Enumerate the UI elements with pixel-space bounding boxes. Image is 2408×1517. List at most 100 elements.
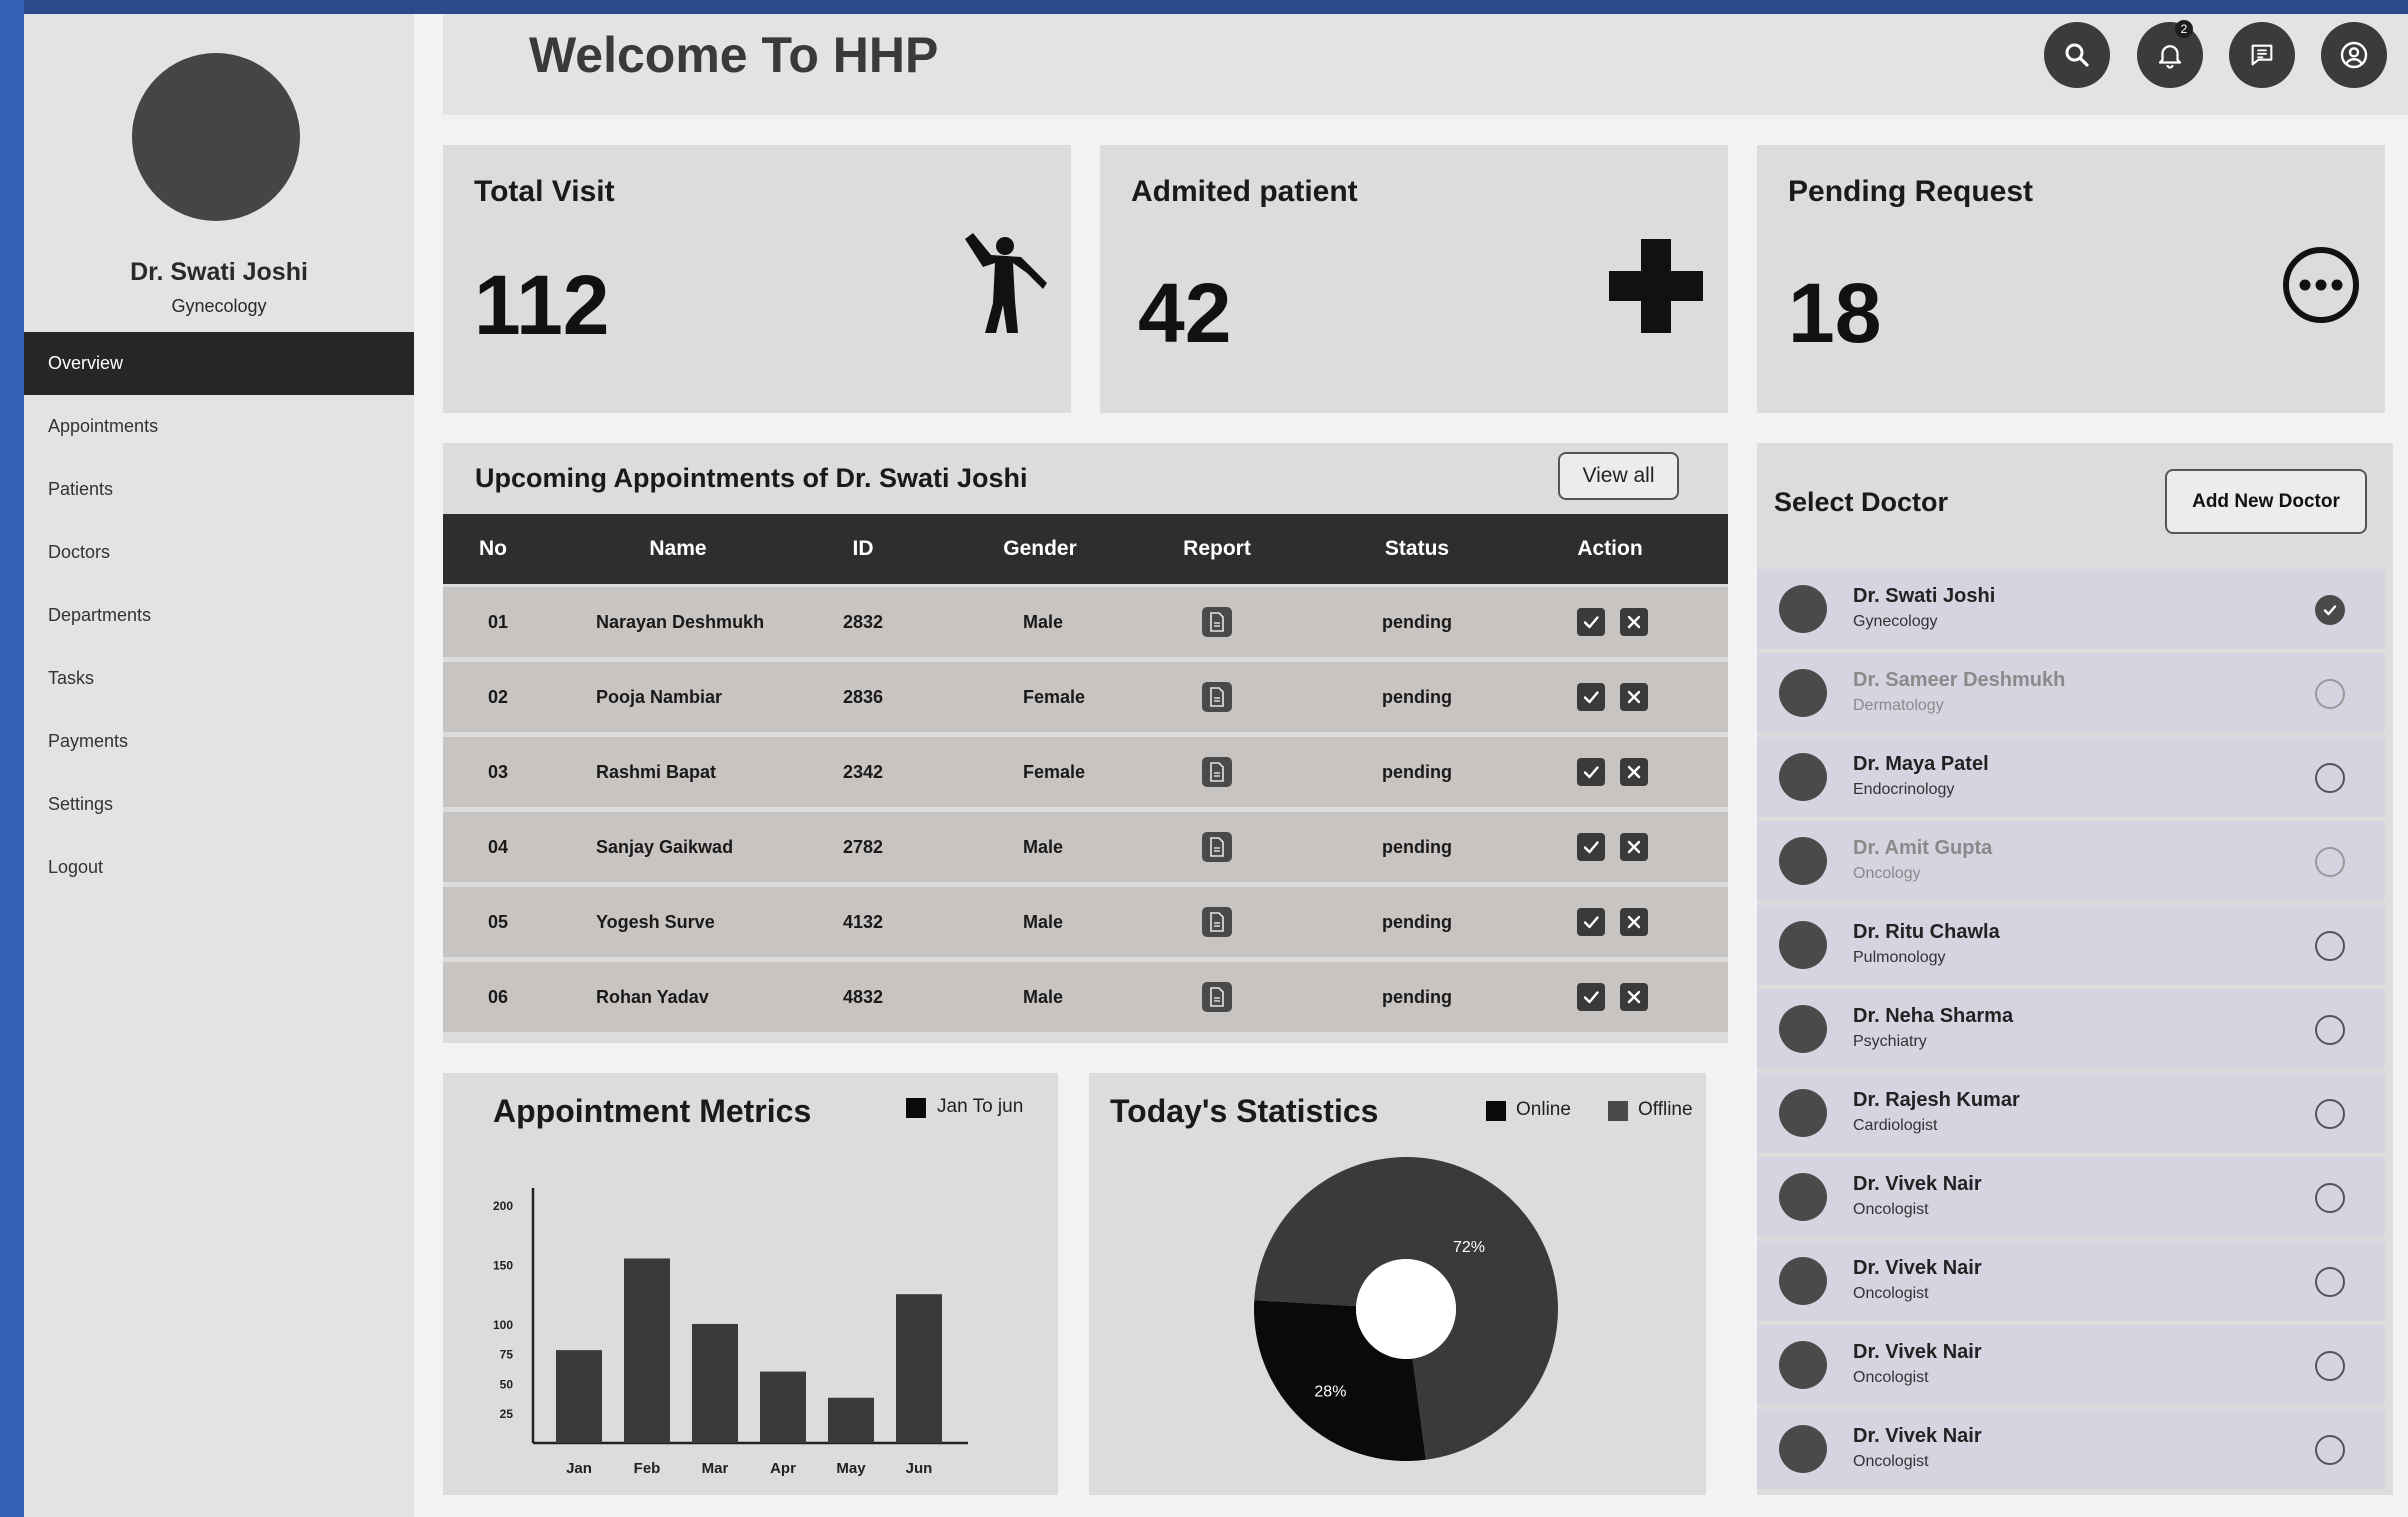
sidebar-item-logout[interactable]: Logout <box>24 836 414 899</box>
sidebar-item-payments[interactable]: Payments <box>24 710 414 773</box>
admitted-value: 42 <box>1138 266 1232 360</box>
sidebar-item-appointments[interactable]: Appointments <box>24 395 414 458</box>
sidebar-item-tasks[interactable]: Tasks <box>24 647 414 710</box>
document-icon <box>1210 987 1224 1007</box>
doctor-list-name: Dr. Neha Sharma <box>1853 1005 2014 1027</box>
doctor-list-specialty: Oncology <box>1853 865 1921 882</box>
doctor-select-radio[interactable] <box>2315 595 2345 625</box>
doctor-select-radio[interactable] <box>2315 1183 2345 1213</box>
close-icon <box>1627 990 1641 1004</box>
doctor-list-item[interactable]: Dr. Rajesh Kumar Cardiologist <box>1757 1073 2385 1153</box>
doctor-list-item[interactable]: Dr. Ritu Chawla Pulmonology <box>1757 905 2385 985</box>
table-row[interactable]: 02 Pooja Nambiar 2836 Female pending <box>443 662 1728 732</box>
admitted-title: Admited patient <box>1131 175 1358 208</box>
donut-label-offline: 72% <box>1453 1239 1485 1256</box>
doctor-list-name: Dr. Sameer Deshmukh <box>1853 669 2066 691</box>
reject-button[interactable] <box>1620 683 1648 711</box>
doctor-select-radio[interactable] <box>2315 679 2345 709</box>
row-gender: Male <box>1022 837 1064 857</box>
admitted-patient-card[interactable]: Admited patient 42 <box>1100 145 1728 413</box>
report-button[interactable] <box>1202 682 1232 712</box>
doctor-select-radio[interactable] <box>2315 763 2345 793</box>
total-visit-card[interactable]: Total Visit 112 <box>443 145 1071 413</box>
plus-cross-icon <box>1609 239 1703 333</box>
approve-button[interactable] <box>1577 983 1605 1011</box>
doctor-list-item[interactable]: Dr. Vivek Nair Oncologist <box>1757 1325 2385 1405</box>
row-name: Sanjay Gaikwad <box>596 837 734 857</box>
approve-button[interactable] <box>1577 683 1605 711</box>
notifications-button[interactable]: 2 <box>2137 20 2203 88</box>
close-icon <box>1627 765 1641 779</box>
approve-button[interactable] <box>1577 608 1605 636</box>
pending-request-card[interactable]: Pending Request 18 <box>1757 145 2385 413</box>
doctor-list-item[interactable]: Dr. Vivek Nair Oncologist <box>1757 1157 2385 1237</box>
doctor-avatar[interactable] <box>132 53 300 221</box>
table-row[interactable]: 05 Yogesh Surve 4132 Male pending <box>443 887 1728 957</box>
doctor-list-specialty: Cardiologist <box>1853 1117 1938 1134</box>
row-name: Yogesh Surve <box>596 912 715 932</box>
doctor-list-specialty: Oncologist <box>1853 1453 1929 1470</box>
document-icon <box>1210 687 1224 707</box>
x-tick-label: Feb <box>634 1460 661 1477</box>
sidebar-nav: Overview Appointments Patients Doctors D… <box>24 332 414 899</box>
reject-button[interactable] <box>1620 758 1648 786</box>
row-name: Narayan Deshmukh <box>596 612 765 632</box>
reject-button[interactable] <box>1620 833 1648 861</box>
doctor-select-radio[interactable] <box>2315 931 2345 961</box>
doctor-select-radio[interactable] <box>2315 1015 2345 1045</box>
search-button[interactable] <box>2044 22 2110 88</box>
report-button[interactable] <box>1202 607 1232 637</box>
column-header-id: ID <box>852 537 874 560</box>
approve-button[interactable] <box>1577 758 1605 786</box>
table-row[interactable]: 04 Sanjay Gaikwad 2782 Male pending <box>443 812 1728 882</box>
report-button[interactable] <box>1202 757 1232 787</box>
report-button[interactable] <box>1202 832 1232 862</box>
appointments-title: Upcoming Appointments of Dr. Swati Joshi <box>475 463 1028 493</box>
close-icon <box>1627 915 1641 929</box>
sidebar-item-overview[interactable]: Overview <box>24 332 414 395</box>
report-button[interactable] <box>1202 982 1232 1012</box>
doctor-select-radio[interactable] <box>2315 847 2345 877</box>
doctor-list-item[interactable]: Dr. Amit Gupta Oncology <box>1757 821 2385 901</box>
reject-button[interactable] <box>1620 608 1648 636</box>
approve-button[interactable] <box>1577 833 1605 861</box>
reject-button[interactable] <box>1620 908 1648 936</box>
doctor-list-specialty: Oncologist <box>1853 1369 1929 1386</box>
add-new-doctor-button[interactable]: Add New Doctor <box>2165 469 2367 534</box>
profile-button[interactable] <box>2321 22 2387 88</box>
table-row[interactable]: 06 Rohan Yadav 4832 Male pending <box>443 962 1728 1032</box>
table-row[interactable]: 01 Narayan Deshmukh 2832 Male pending <box>443 587 1728 657</box>
messages-button[interactable] <box>2229 22 2295 88</box>
sidebar-item-doctors[interactable]: Doctors <box>24 521 414 584</box>
doctor-select-radio[interactable] <box>2315 1435 2345 1465</box>
table-row[interactable]: 03 Rashmi Bapat 2342 Female pending <box>443 737 1728 807</box>
doctor-list-item[interactable]: Dr. Vivek Nair Oncologist <box>1757 1241 2385 1321</box>
todays-statistics-panel: Today's Statistics Online Offline 72% 28% <box>1089 1073 1706 1495</box>
report-button[interactable] <box>1202 907 1232 937</box>
sidebar-item-settings[interactable]: Settings <box>24 773 414 836</box>
sidebar-item-patients[interactable]: Patients <box>24 458 414 521</box>
doctor-select-radio[interactable] <box>2315 1267 2345 1297</box>
doctor-list-item[interactable]: Dr. Sameer Deshmukh Dermatology <box>1757 653 2385 733</box>
pending-title: Pending Request <box>1788 175 2034 208</box>
bar-feb <box>624 1258 670 1443</box>
row-name: Rohan Yadav <box>596 987 709 1007</box>
doctor-select-radio[interactable] <box>2315 1099 2345 1129</box>
doctor-list-item[interactable]: Dr. Vivek Nair Oncologist <box>1757 1409 2385 1489</box>
doctor-list-item[interactable]: Dr. Swati Joshi Gynecology <box>1757 569 2385 649</box>
doctor-avatar-small <box>1779 1005 1827 1053</box>
doctor-list-item[interactable]: Dr. Maya Patel Endocrinology <box>1757 737 2385 817</box>
approve-button[interactable] <box>1577 908 1605 936</box>
appointment-bar-chart: 25 50 75 100 150 200 Jan Feb Mar Apr May Jun <box>493 1188 968 1477</box>
doctor-avatar-small <box>1779 753 1827 801</box>
close-icon <box>1627 615 1641 629</box>
check-icon <box>1583 916 1599 929</box>
view-all-button[interactable]: View all <box>1558 452 1679 500</box>
appointments-panel: Upcoming Appointments of Dr. Swati Joshi… <box>443 443 1728 1043</box>
doctor-select-radio[interactable] <box>2315 1351 2345 1381</box>
sidebar-item-departments[interactable]: Departments <box>24 584 414 647</box>
doctor-list-item[interactable]: Dr. Neha Sharma Psychiatry <box>1757 989 2385 1069</box>
doctor-list-name: Dr. Rajesh Kumar <box>1853 1089 2020 1111</box>
y-tick-label: 100 <box>493 1318 513 1332</box>
reject-button[interactable] <box>1620 983 1648 1011</box>
